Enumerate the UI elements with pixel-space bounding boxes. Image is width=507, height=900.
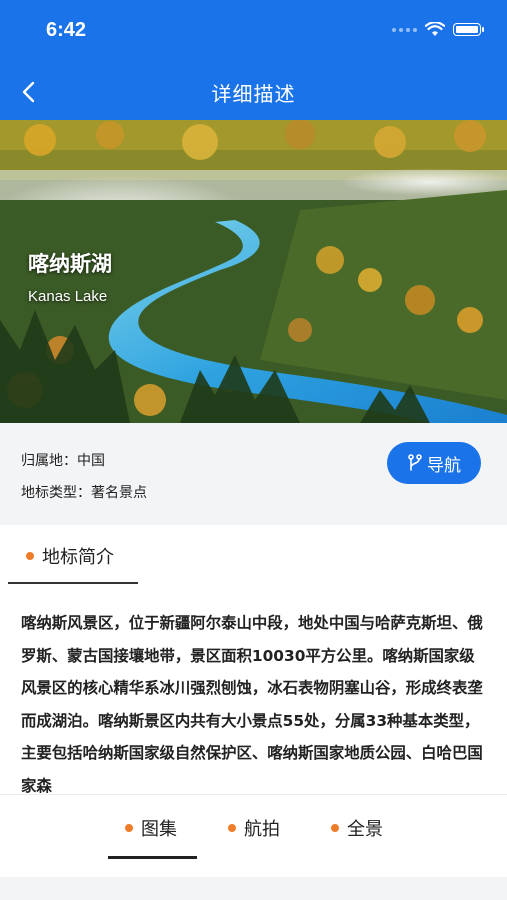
region-row: 归属地：中国: [21, 450, 105, 470]
intro-heading: 地标简介: [26, 543, 114, 569]
type-value: 著名景点: [91, 485, 147, 501]
navigate-label: 导航: [427, 455, 461, 476]
tab-panorama-label: 全景: [347, 819, 383, 840]
status-time: 6:42: [46, 19, 87, 41]
intro-heading-label: 地标简介: [42, 547, 114, 568]
tab-aerial-label: 航拍: [244, 819, 280, 840]
tab-dot-icon: [331, 824, 339, 832]
landmark-name: 喀纳斯湖: [28, 252, 112, 276]
status-bar: 6:42: [0, 0, 507, 64]
heading-underline: [8, 582, 138, 584]
hero-image: 喀纳斯湖 Kanas Lake: [0, 120, 507, 423]
region-value: 中国: [77, 453, 105, 469]
active-tab-indicator: [108, 856, 197, 859]
navigate-button[interactable]: 导航: [387, 442, 481, 484]
media-tabs: 图集 航拍 全景: [0, 795, 507, 877]
type-row: 地标类型：著名景点: [21, 482, 147, 502]
info-panel: 归属地：中国 地标类型：著名景点 导航: [0, 423, 507, 525]
page-title: 详细描述: [211, 82, 296, 106]
tab-dot-icon: [228, 824, 236, 832]
battery-icon: [453, 23, 484, 36]
tab-dot-icon: [125, 824, 133, 832]
bottom-strip: [0, 877, 507, 900]
tab-gallery[interactable]: 图集: [125, 815, 177, 841]
intro-text: 喀纳斯风景区，位于新疆阿尔泰山中段，地处中国与哈萨克斯坦、俄罗斯、蒙古国接壤地带…: [21, 614, 483, 793]
bullet-dot-icon: [26, 552, 34, 560]
type-label: 地标类型：: [21, 485, 91, 501]
tab-gallery-label: 图集: [141, 819, 177, 840]
tab-panorama[interactable]: 全景: [331, 815, 383, 841]
tab-aerial[interactable]: 航拍: [228, 815, 280, 841]
signal-icon: [392, 27, 417, 32]
region-label: 归属地：: [21, 453, 77, 469]
intro-section: 地标简介 喀纳斯风景区，位于新疆阿尔泰山中段，地处中国与哈萨克斯坦、俄罗斯、蒙古…: [0, 525, 507, 795]
nav-bar: 详细描述: [0, 64, 507, 120]
route-icon: [408, 454, 422, 471]
wifi-icon: [425, 22, 445, 36]
landmark-name-en: Kanas Lake: [28, 288, 108, 305]
status-icons: [392, 22, 484, 37]
